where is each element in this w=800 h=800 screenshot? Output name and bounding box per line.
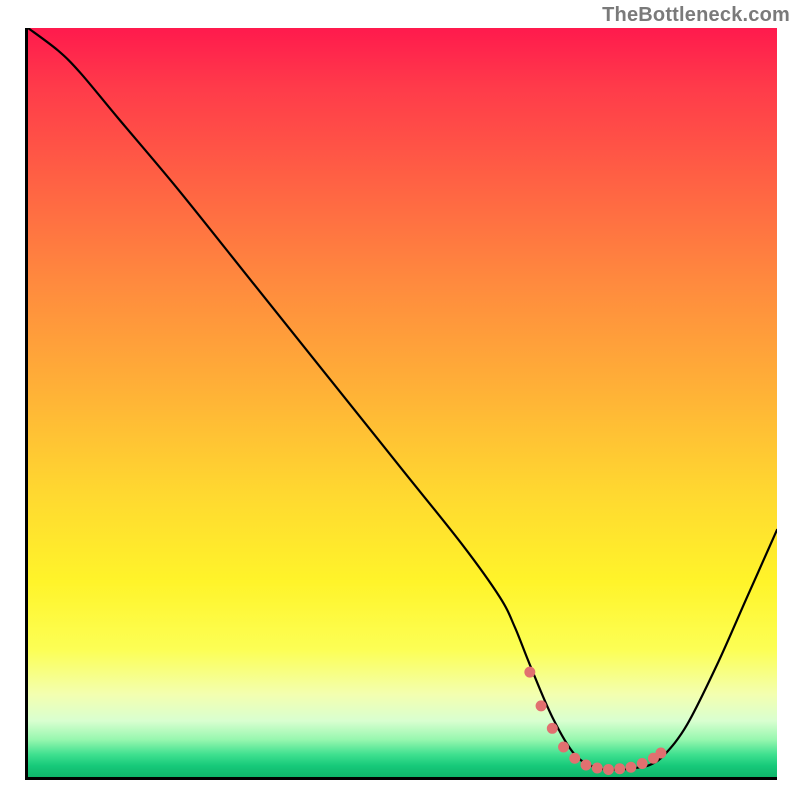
optimal-dot (655, 748, 666, 759)
optimal-dot (614, 763, 625, 774)
optimal-dot (637, 758, 648, 769)
chart-container: TheBottleneck.com (0, 0, 800, 800)
optimal-dot (625, 762, 636, 773)
attribution-text: TheBottleneck.com (602, 4, 790, 27)
optimal-dot (558, 742, 569, 753)
plot-area (25, 28, 777, 780)
bottleneck-curve (28, 28, 777, 770)
optimal-dot (592, 763, 603, 774)
optimal-dot (581, 760, 592, 771)
optimal-dot (547, 723, 558, 734)
optimal-dot (569, 753, 580, 764)
optimal-range-dots (524, 667, 666, 775)
optimal-dot (524, 667, 535, 678)
optimal-dot (536, 700, 547, 711)
curve-layer (28, 28, 777, 777)
optimal-dot (603, 764, 614, 775)
